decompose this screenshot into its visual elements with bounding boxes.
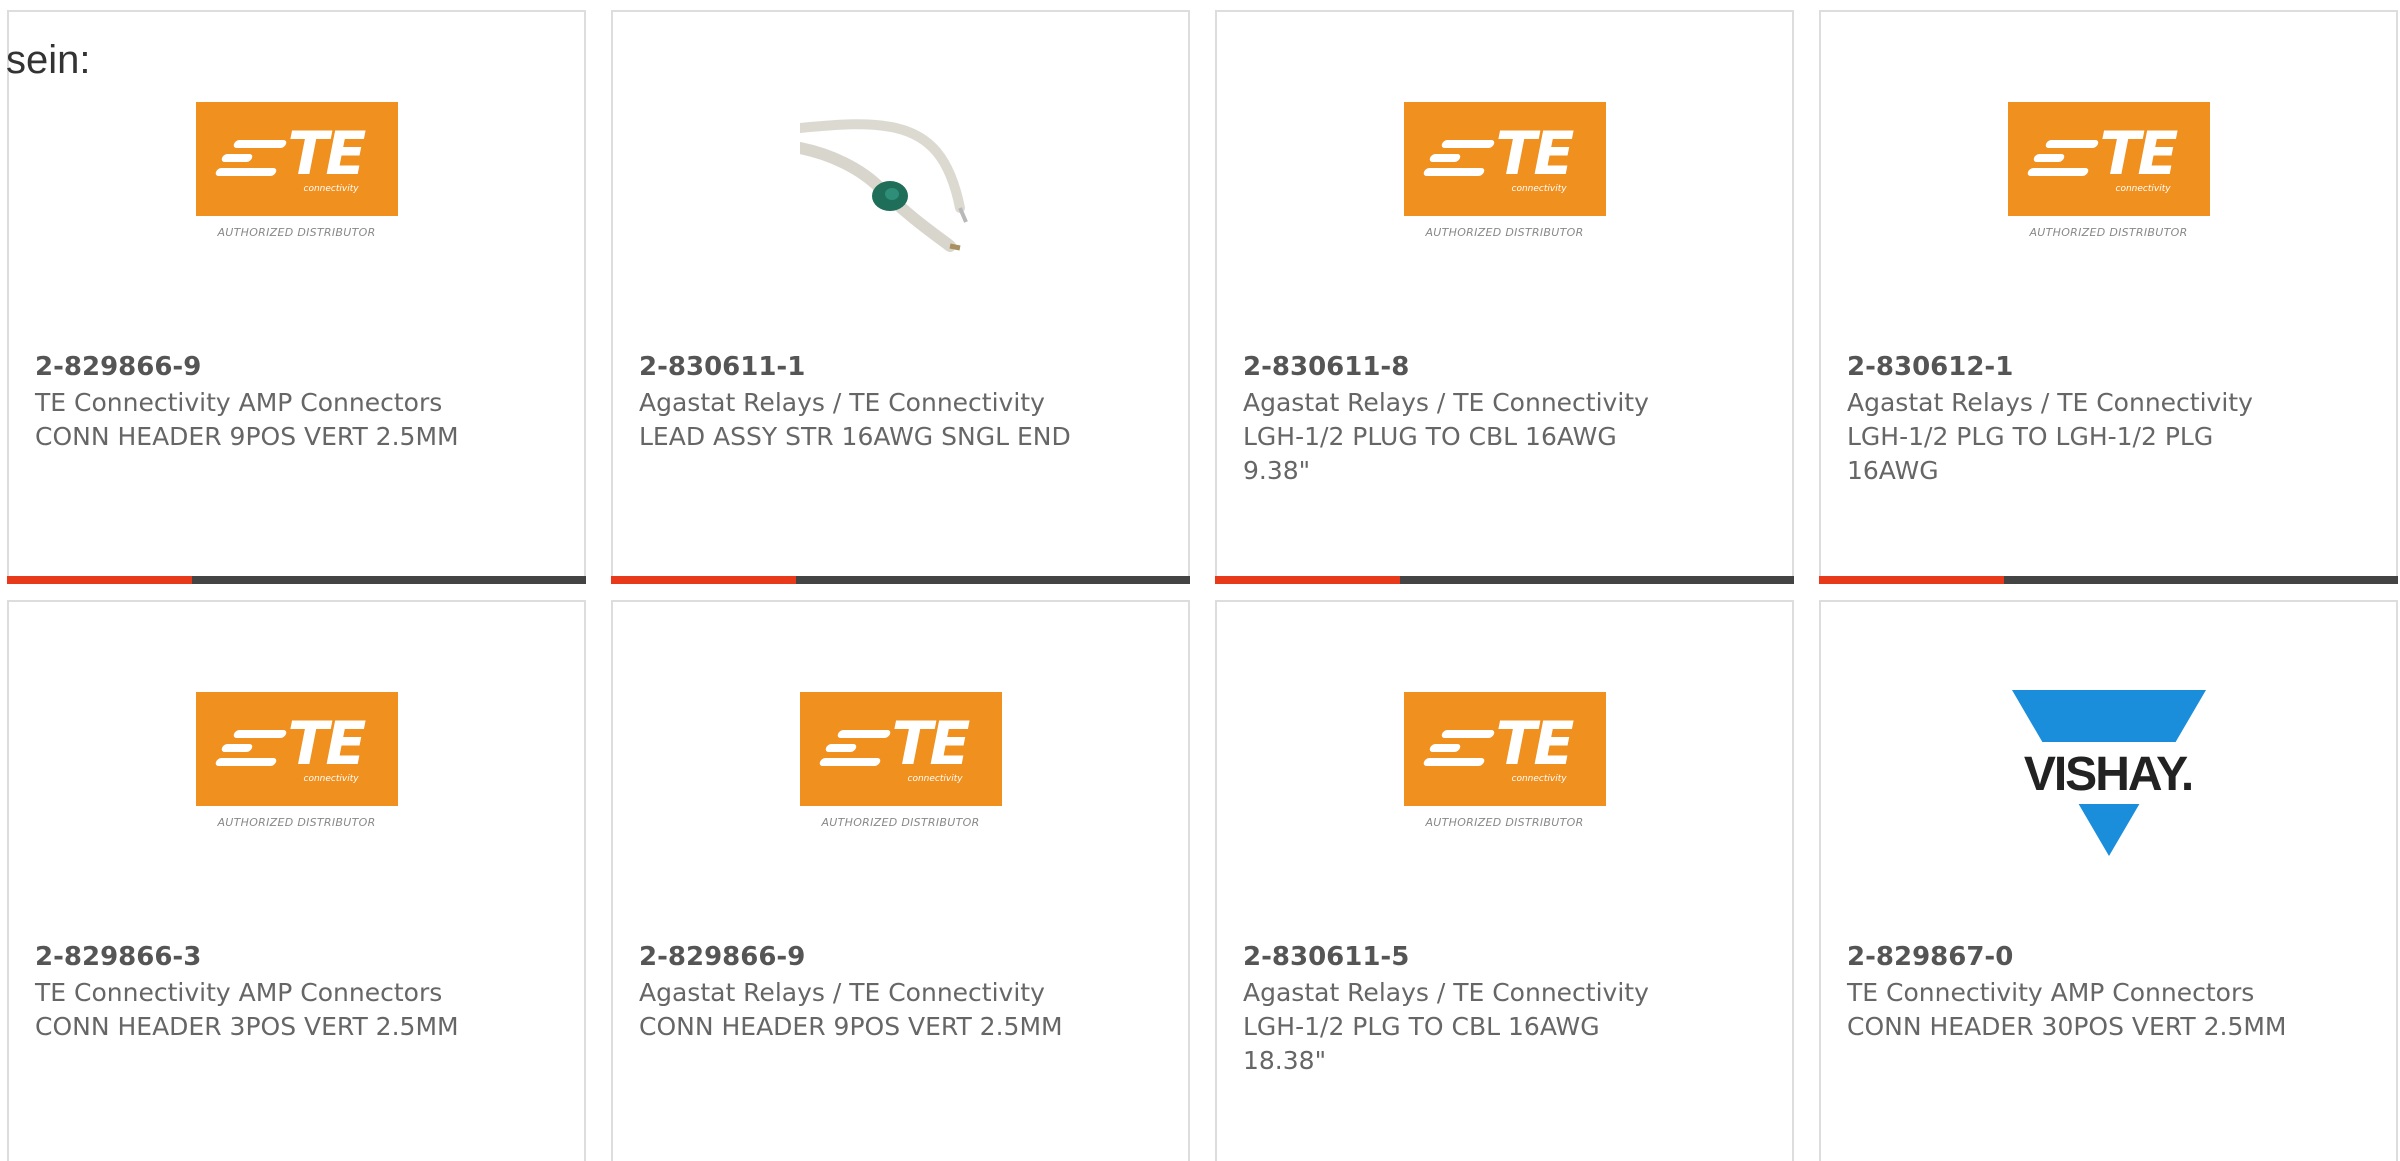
te-logo-letters: TE	[2099, 119, 2179, 189]
product-card[interactable]: TE connectivity AUTHORIZED DISTRIBUTOR 2-83…	[1215, 600, 1794, 1161]
product-card[interactable]: TE connectivity AUTHORIZED DISTRIBUTOR 2-83…	[1215, 10, 1794, 584]
product-image-area: VISHAY.	[1821, 690, 2396, 892]
te-logo-sub: connectivity	[2115, 184, 2171, 194]
part-number[interactable]: 2-829867-0	[1847, 942, 2013, 972]
product-description: CONN HEADER 3POS VERT 2.5MM	[35, 1012, 459, 1041]
product-description: CONN HEADER 30POS VERT 2.5MM	[1847, 1012, 2287, 1041]
te-logo-letters: TE	[1495, 709, 1575, 779]
authorized-distributor-text: AUTHORIZED DISTRIBUTOR	[217, 816, 376, 829]
card-progress-fill	[7, 576, 193, 584]
part-number[interactable]: 2-830611-5	[1243, 942, 1409, 972]
intro-text: sein:	[6, 38, 91, 82]
te-connectivity-logo[interactable]: TE connectivity AUTHORIZED DISTRIBUTOR	[2007, 102, 2210, 248]
product-description: CONN HEADER 9POS VERT 2.5MM	[639, 1012, 1063, 1041]
manufacturer: Agastat Relays / TE Connectivity	[639, 978, 1045, 1007]
product-card[interactable]: TE connectivity AUTHORIZED DISTRIBUTOR 2-82…	[7, 10, 586, 584]
te-logo-sub: connectivity	[303, 774, 359, 784]
te-logo-sub: connectivity	[1511, 774, 1567, 784]
product-card[interactable]: TE connectivity AUTHORIZED DISTRIBUTOR 2-82…	[611, 600, 1190, 1161]
manufacturer: TE Connectivity AMP Connectors	[35, 388, 443, 417]
card-progress-fill	[1819, 576, 2005, 584]
part-number[interactable]: 2-829866-9	[639, 942, 805, 972]
product-description: LGH-1/2 PLUG TO CBL 16AWG 9.38"	[1243, 422, 1617, 485]
authorized-distributor-text: AUTHORIZED DISTRIBUTOR	[821, 816, 980, 829]
te-logo-letters: TE	[1495, 119, 1575, 189]
product-description: LGH-1/2 PLG TO LGH-1/2 PLG 16AWG	[1847, 422, 2214, 485]
te-connectivity-logo[interactable]: TE connectivity AUTHORIZED DISTRIBUTOR	[1403, 692, 1606, 838]
part-number[interactable]: 2-830611-8	[1243, 352, 1409, 382]
te-connectivity-logo[interactable]: TE connectivity AUTHORIZED DISTRIBUTOR	[195, 692, 398, 838]
part-number[interactable]: 2-830612-1	[1847, 352, 2013, 382]
card-progress-bar	[1215, 576, 1794, 584]
te-logo-sub: connectivity	[1511, 184, 1567, 194]
authorized-distributor-text: AUTHORIZED DISTRIBUTOR	[217, 226, 376, 239]
te-connectivity-logo[interactable]: TE connectivity AUTHORIZED DISTRIBUTOR	[799, 692, 1002, 838]
te-logo-letters: TE	[891, 709, 971, 779]
product-image-area: TE connectivity AUTHORIZED DISTRIBUTOR	[613, 692, 1188, 892]
product-grid-page: sein: TE connectivity AUTHORIZED DISTRIBUT…	[0, 0, 2400, 1161]
part-number[interactable]: 2-829866-9	[35, 352, 201, 382]
product-image-area	[613, 88, 1188, 302]
product-image-area: TE connectivity AUTHORIZED DISTRIBUTOR	[1217, 102, 1792, 302]
product-description: LGH-1/2 PLG TO CBL 16AWG 18.38"	[1243, 1012, 1600, 1075]
product-image-area: TE connectivity AUTHORIZED DISTRIBUTOR	[1821, 102, 2396, 302]
card-progress-bar	[1819, 576, 2398, 584]
te-logo-sub: connectivity	[303, 184, 359, 194]
card-progress-bar	[7, 576, 586, 584]
te-logo-sub: connectivity	[907, 774, 963, 784]
manufacturer: Agastat Relays / TE Connectivity	[1243, 388, 1649, 417]
manufacturer: Agastat Relays / TE Connectivity	[639, 388, 1045, 417]
card-progress-fill	[611, 576, 797, 584]
cable-product-image[interactable]	[799, 88, 1002, 290]
product-image-area: TE connectivity AUTHORIZED DISTRIBUTOR	[9, 692, 584, 892]
part-number[interactable]: 2-829866-3	[35, 942, 201, 972]
product-card[interactable]: TE connectivity AUTHORIZED DISTRIBUTOR 2-82…	[7, 600, 586, 1161]
product-card[interactable]: TE connectivity AUTHORIZED DISTRIBUTOR 2-83…	[1819, 10, 2398, 584]
product-description: CONN HEADER 9POS VERT 2.5MM	[35, 422, 459, 451]
authorized-distributor-text: AUTHORIZED DISTRIBUTOR	[1425, 226, 1584, 239]
product-image-area: TE connectivity AUTHORIZED DISTRIBUTOR	[1217, 692, 1792, 892]
vishay-brand-text: VISHAY.	[2023, 748, 2191, 801]
te-logo-letters: TE	[287, 119, 367, 189]
part-number[interactable]: 2-830611-1	[639, 352, 805, 382]
vishay-logo[interactable]: VISHAY.	[2007, 690, 2210, 860]
manufacturer: TE Connectivity AMP Connectors	[1847, 978, 2255, 1007]
authorized-distributor-text: AUTHORIZED DISTRIBUTOR	[1425, 816, 1584, 829]
manufacturer: Agastat Relays / TE Connectivity	[1243, 978, 1649, 1007]
product-description: LEAD ASSY STR 16AWG SNGL END	[639, 422, 1071, 451]
te-connectivity-logo[interactable]: TE connectivity AUTHORIZED DISTRIBUTOR	[1403, 102, 1606, 248]
manufacturer: Agastat Relays / TE Connectivity	[1847, 388, 2253, 417]
authorized-distributor-text: AUTHORIZED DISTRIBUTOR	[2029, 226, 2188, 239]
card-progress-fill	[1215, 576, 1401, 584]
product-card[interactable]: 2-830611-1 Agastat Relays / TE Connectivi…	[611, 10, 1190, 584]
card-progress-bar	[611, 576, 1190, 584]
manufacturer: TE Connectivity AMP Connectors	[35, 978, 443, 1007]
product-card[interactable]: VISHAY. 2-829867-0 TE Connectivity AMP Con…	[1819, 600, 2398, 1161]
te-connectivity-logo[interactable]: TE connectivity AUTHORIZED DISTRIBUTOR	[195, 102, 398, 248]
product-image-area: TE connectivity AUTHORIZED DISTRIBUTOR	[9, 102, 584, 302]
te-logo-letters: TE	[287, 709, 367, 779]
